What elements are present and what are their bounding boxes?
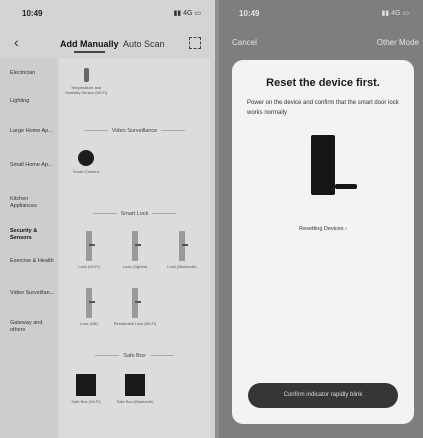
device-label: Safe Box (Wi-Fi) — [71, 399, 101, 404]
status-time: 10:49 — [239, 9, 260, 18]
device-list: Temperature and Humidity Sensor (Wi-Fi) … — [59, 58, 210, 438]
device-lock-zigbee[interactable]: Lock (Zigbee) — [113, 231, 157, 269]
signal-battery-indicator: ▮▮ 4G ▭ — [173, 10, 201, 17]
card-title: Reset the device first. — [266, 77, 380, 89]
device-label: Residential Lock (Wi-Fi) — [113, 321, 157, 326]
device-residential-lock[interactable]: Residential Lock (Wi-Fi) — [113, 288, 157, 326]
device-label: Lock (NB) — [80, 321, 98, 326]
lock-icon — [86, 231, 95, 261]
device-label: Smart Camera — [72, 169, 99, 174]
device-lock-wifi[interactable]: Lock (Wi-Fi) — [67, 231, 111, 269]
sidebar-item-video-surveillance[interactable]: Video Surveillan... — [10, 290, 56, 297]
category-sidebar: Electrician Lighting Large Home Ap... Sm… — [0, 58, 57, 438]
cancel-button[interactable]: Cancel — [232, 38, 257, 47]
sidebar-item-exercise-health[interactable]: Exercise & Health — [10, 258, 56, 265]
safe-box-icon — [125, 374, 145, 396]
section-title-video: Video Surveillance — [59, 128, 210, 134]
resetting-devices-link[interactable]: Resetting Devices › — [232, 226, 414, 232]
top-nav: Cancel Other Mode — [219, 38, 423, 54]
device-temp-humidity-sensor[interactable]: Temperature and Humidity Sensor (Wi-Fi) — [64, 68, 108, 95]
status-bar: 10:49 ▮▮ 4G ▭ — [0, 0, 215, 28]
sidebar-item-gateway-others[interactable]: Gateway and others — [10, 320, 56, 334]
sidebar-item-large-home-appliances[interactable]: Large Home Ap... — [10, 128, 56, 135]
device-safe-box-bluetooth[interactable]: Safe Box (Bluetooth) — [113, 374, 157, 404]
tab-add-manually[interactable]: Add Manually — [60, 39, 119, 53]
device-smart-camera[interactable]: Smart Camera — [64, 150, 108, 174]
reset-device-screen: 10:49 ▮▮ 4G ▭ Cancel Other Mode Reset th… — [219, 0, 423, 438]
tab-auto-scan[interactable]: Auto Scan — [123, 39, 165, 49]
device-lock-nb[interactable]: Lock (NB) — [67, 288, 111, 326]
device-label: Safe Box (Bluetooth) — [116, 399, 154, 404]
door-lock-icon — [311, 135, 335, 195]
safe-box-icon — [76, 374, 96, 396]
lock-icon — [132, 231, 141, 261]
door-lock-handle-icon — [335, 184, 357, 189]
section-title-lock: Smart Lock — [59, 211, 210, 217]
other-mode-button[interactable]: Other Mode — [377, 38, 419, 47]
lock-icon — [86, 288, 95, 318]
device-label: Lock (Bluetooth) — [167, 264, 197, 269]
sidebar-item-lighting[interactable]: Lighting — [10, 98, 56, 105]
sidebar-item-small-home-appliances[interactable]: Small Home Ap... — [10, 162, 56, 169]
confirm-blink-button[interactable]: Confirm indicator rapidly blink — [248, 383, 398, 408]
device-label: Temperature and Humidity Sensor (Wi-Fi) — [64, 85, 108, 95]
back-arrow-icon[interactable]: ‹ — [14, 34, 19, 50]
top-nav: ‹ Add Manually Auto Scan — [0, 32, 215, 56]
sidebar-item-electrician[interactable]: Electrician — [10, 70, 56, 77]
signal-battery-indicator: ▮▮ 4G ▭ — [381, 10, 409, 17]
sidebar-item-security-sensors[interactable]: Security & Sensors — [10, 228, 56, 242]
reset-instructions-card: Reset the device first. Power on the dev… — [232, 60, 414, 424]
device-label: Lock (Wi-Fi) — [78, 264, 100, 269]
thermometer-icon — [83, 68, 89, 82]
lock-icon — [132, 288, 141, 318]
scan-icon[interactable] — [189, 37, 201, 49]
device-lock-bluetooth[interactable]: Lock (Bluetooth) — [160, 231, 204, 269]
status-time: 10:49 — [22, 9, 43, 18]
add-device-screen: 10:49 ▮▮ 4G ▭ ‹ Add Manually Auto Scan E… — [0, 0, 215, 438]
device-safe-box-wifi[interactable]: Safe Box (Wi-Fi) — [64, 374, 108, 404]
status-bar: 10:49 ▮▮ 4G ▭ — [219, 0, 423, 28]
section-title-safe: Safe Box — [59, 353, 210, 359]
lock-icon — [179, 231, 188, 261]
card-description: Power on the device and confirm that the… — [247, 100, 399, 116]
camera-icon — [78, 150, 94, 166]
sidebar-item-kitchen-appliances[interactable]: Kitchen Appliances — [10, 196, 56, 210]
device-label: Lock (Zigbee) — [122, 264, 148, 269]
